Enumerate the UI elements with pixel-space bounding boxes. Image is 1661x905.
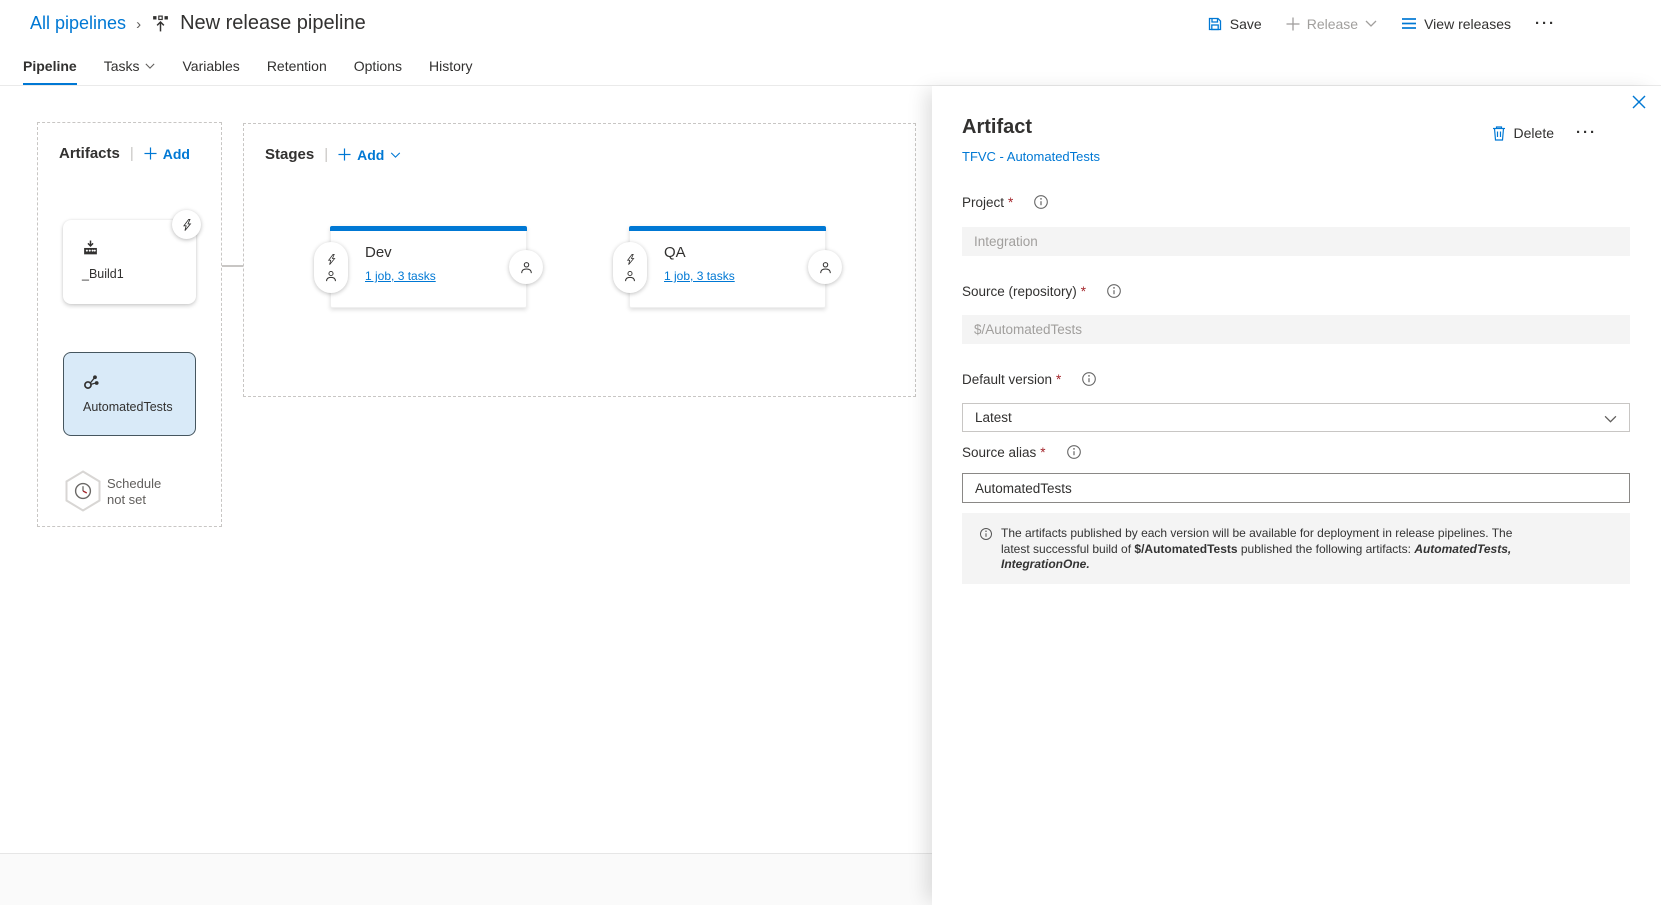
more-options-button[interactable]: ···	[1535, 15, 1556, 32]
stage-card-dev[interactable]: Dev 1 job, 3 tasks	[330, 226, 527, 308]
trash-icon	[1492, 125, 1506, 141]
chevron-down-icon	[1365, 20, 1377, 27]
schedule-clock-icon[interactable]	[64, 470, 102, 512]
save-icon	[1207, 16, 1223, 32]
release-pipeline-icon	[151, 14, 170, 33]
stage-name: Dev	[365, 244, 392, 261]
continuous-deployment-trigger-badge[interactable]	[172, 210, 201, 239]
add-stage-button[interactable]: Add	[338, 147, 401, 163]
artifact-source-link[interactable]: TFVC - AutomatedTests	[962, 149, 1100, 164]
project-field	[962, 227, 1630, 256]
artifacts-divider: |	[130, 145, 134, 162]
add-artifact-button[interactable]: Add	[144, 146, 190, 162]
save-button[interactable]: Save	[1207, 16, 1262, 32]
project-label: Project *	[962, 194, 1049, 210]
lightning-icon	[326, 253, 337, 266]
person-icon	[325, 270, 337, 282]
lightning-icon	[625, 253, 636, 266]
info-icon[interactable]	[1066, 444, 1082, 460]
artifact-properties-panel: Artifact Delete ··· TFVC - AutomatedTest…	[932, 86, 1661, 905]
breadcrumb-all-pipelines-link[interactable]: All pipelines	[30, 13, 126, 34]
page-title: New release pipeline	[180, 12, 366, 35]
source-alias-input[interactable]	[962, 473, 1630, 503]
source-alias-label: Source alias *	[962, 444, 1082, 460]
pipeline-canvas: Artifacts | Add _Build1	[0, 86, 932, 854]
tab-tasks[interactable]: Tasks	[104, 47, 156, 85]
info-icon[interactable]	[1081, 371, 1097, 387]
breadcrumb-separator: ›	[136, 16, 141, 33]
chevron-down-icon	[1604, 415, 1617, 423]
plus-icon	[144, 147, 157, 160]
stages-title: Stages	[265, 146, 314, 163]
build-artifact-icon	[82, 240, 99, 257]
artifacts-title: Artifacts	[59, 145, 120, 162]
tab-bar: Pipeline Tasks Variables Retention Optio…	[0, 47, 1661, 86]
source-repository-label: Source (repository) *	[962, 283, 1122, 299]
person-icon	[624, 270, 636, 282]
tfvc-artifact-icon	[83, 373, 101, 390]
top-bar: All pipelines › New release pipeline Sav	[0, 0, 1661, 47]
artifact-label: _Build1	[82, 267, 124, 281]
tab-history[interactable]: History	[429, 47, 473, 85]
list-icon	[1401, 17, 1417, 30]
release-button[interactable]: Release	[1286, 16, 1377, 32]
pre-deployment-conditions-button[interactable]	[613, 242, 647, 293]
stage-tasks-link[interactable]: 1 job, 3 tasks	[365, 269, 436, 283]
source-repository-field	[962, 315, 1630, 344]
schedule-status-text: Schedule not set	[107, 470, 161, 512]
panel-more-button[interactable]: ···	[1576, 124, 1597, 141]
artifact-info-message: The artifacts published by each version …	[962, 513, 1630, 584]
person-icon	[520, 261, 533, 274]
stage-status-bar	[330, 226, 527, 231]
info-icon[interactable]	[1106, 283, 1122, 299]
stage-card-qa[interactable]: QA 1 job, 3 tasks	[629, 226, 826, 308]
chevron-down-icon	[390, 152, 401, 158]
tab-retention[interactable]: Retention	[267, 47, 327, 85]
artifacts-zone: Artifacts | Add	[37, 122, 222, 527]
stage-tasks-link[interactable]: 1 job, 3 tasks	[664, 269, 735, 283]
view-releases-button[interactable]: View releases	[1401, 16, 1511, 32]
plus-icon	[338, 148, 351, 161]
plus-icon	[1286, 17, 1300, 31]
artifact-card-build1[interactable]: _Build1	[63, 220, 196, 304]
tab-variables[interactable]: Variables	[182, 47, 239, 85]
info-icon[interactable]	[1033, 194, 1049, 210]
post-deployment-conditions-button[interactable]	[808, 250, 842, 284]
chevron-down-icon	[145, 63, 155, 69]
artifact-label: AutomatedTests	[83, 400, 173, 414]
close-panel-button[interactable]	[1632, 95, 1646, 109]
stages-divider: |	[324, 146, 328, 163]
pre-deployment-conditions-button[interactable]	[314, 242, 348, 293]
person-icon	[819, 261, 832, 274]
breadcrumb: All pipelines › New release pipeline	[30, 0, 366, 47]
panel-title: Artifact	[962, 116, 1032, 139]
delete-artifact-button[interactable]: Delete	[1492, 125, 1554, 141]
tab-pipeline[interactable]: Pipeline	[23, 47, 77, 85]
stage-name: QA	[664, 244, 686, 261]
default-version-label: Default version *	[962, 371, 1097, 387]
schedule-trigger: Schedule not set	[64, 470, 161, 512]
info-icon	[979, 527, 993, 541]
default-version-dropdown[interactable]: Latest	[962, 403, 1630, 432]
artifact-card-automatedtests[interactable]: AutomatedTests	[63, 352, 196, 436]
post-deployment-conditions-button[interactable]	[509, 250, 543, 284]
close-icon	[1632, 95, 1646, 109]
stage-status-bar	[629, 226, 826, 231]
toolbar: Save Release View releases ···	[1207, 0, 1556, 47]
tab-options[interactable]: Options	[354, 47, 402, 85]
